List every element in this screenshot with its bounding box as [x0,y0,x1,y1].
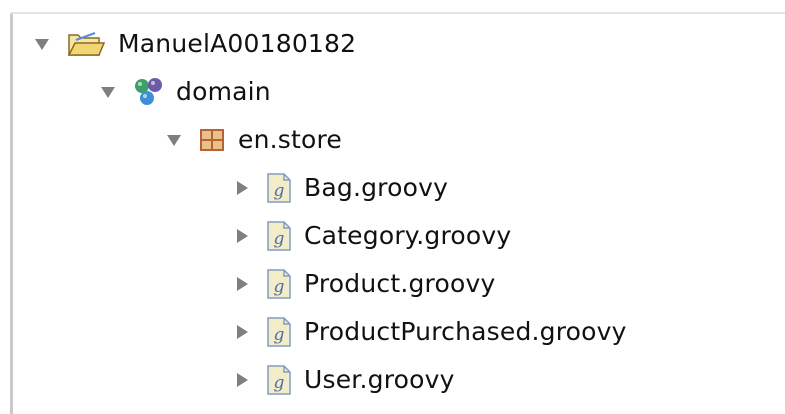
open-folder-icon [66,29,106,59]
groovy-file-icon: g [266,172,292,204]
groovy-file-icon: g [266,316,292,348]
expanded-twisty-icon[interactable] [32,34,52,54]
project-explorer-tree: ManuelA00180182 domain en.store g Bag.gr… [0,0,785,414]
tree-row-file[interactable]: g Bag.groovy [232,166,448,210]
svg-text:g: g [274,373,285,393]
tree-row-package[interactable]: en.store [164,118,342,162]
tree-row-file[interactable]: g User.groovy [232,358,455,402]
file-label: User.groovy [304,365,455,394]
collapsed-twisty-icon[interactable] [232,370,252,390]
file-label: ProductPurchased.groovy [304,317,627,346]
collapsed-twisty-icon[interactable] [232,322,252,342]
panel-left-border [10,12,13,414]
groovy-file-icon: g [266,364,292,396]
groovy-file-icon: g [266,220,292,252]
file-label: Category.groovy [304,221,512,250]
package-icon [198,126,226,154]
svg-text:g: g [274,229,285,249]
svg-text:g: g [274,325,285,345]
tree-row-project[interactable]: ManuelA00180182 [32,22,356,66]
expanded-twisty-icon[interactable] [164,130,184,150]
source-folder-label: domain [176,77,271,106]
svg-text:g: g [274,181,285,201]
svg-text:g: g [274,277,285,297]
tree-row-file[interactable]: g ProductPurchased.groovy [232,310,627,354]
collapsed-twisty-icon[interactable] [232,274,252,294]
file-label: Bag.groovy [304,173,449,202]
collapsed-twisty-icon[interactable] [232,226,252,246]
expanded-twisty-icon[interactable] [98,82,118,102]
groovy-file-icon: g [266,268,292,300]
collapsed-twisty-icon[interactable] [232,178,252,198]
panel-top-border [10,12,785,14]
tree-row-file[interactable]: g Product.groovy [232,262,495,306]
package-label: en.store [238,125,343,154]
tree-row-file[interactable]: g Category.groovy [232,214,511,258]
source-folder-icon [132,76,164,108]
file-label: Product.groovy [304,269,496,298]
tree-row-source-folder[interactable]: domain [98,70,271,114]
project-label: ManuelA00180182 [118,29,357,58]
